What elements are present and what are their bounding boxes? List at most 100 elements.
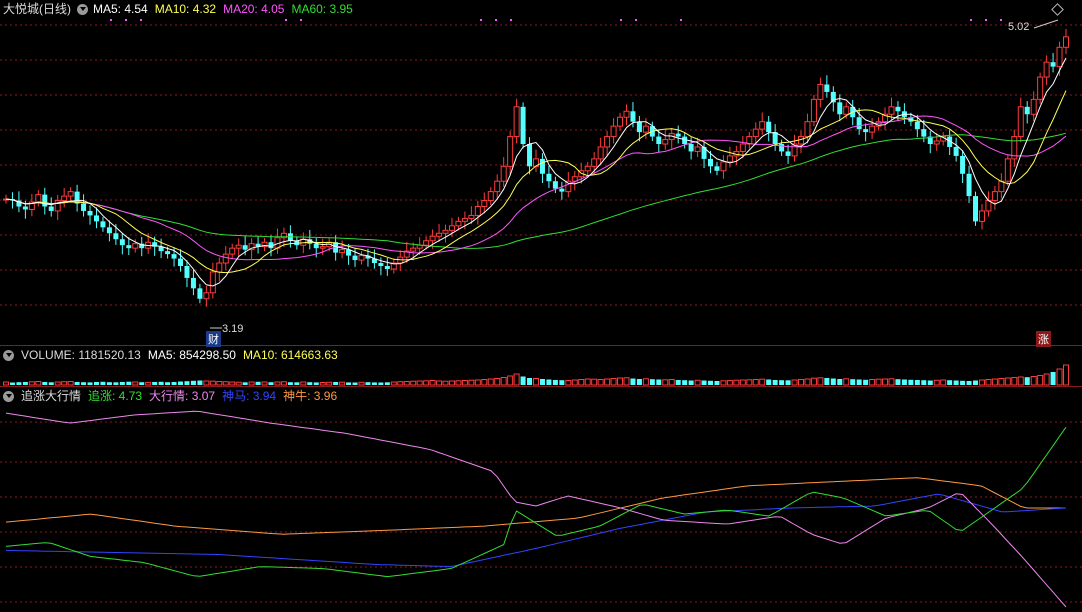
indicator-title-bar: 追涨大行情 追涨: 4.73 大行情: 3.07 神马: 3.94 神牛: 3.… <box>0 387 344 405</box>
rise-tag[interactable]: 涨 <box>1036 331 1051 347</box>
volume-bar <box>268 382 274 385</box>
candle-body <box>48 206 54 211</box>
volume-bar <box>708 380 714 385</box>
volume-bar <box>798 379 804 386</box>
candle-body <box>113 233 119 240</box>
candle-body <box>410 247 417 252</box>
shenniu-value: 神牛: 3.96 <box>283 389 338 403</box>
volume-bar <box>733 379 740 386</box>
signal-marker <box>480 19 482 21</box>
indicator-pane[interactable]: 追涨大行情 追涨: 4.73 大行情: 3.07 神马: 3.94 神牛: 3.… <box>0 387 1082 612</box>
volume-bar <box>35 381 42 386</box>
volume-pane[interactable]: VOLUME: 1181520.13 MA5: 854298.50 MA10: … <box>0 346 1082 386</box>
volume-value: VOLUME: 1181520.13 <box>21 348 141 362</box>
volume-bar <box>649 379 655 385</box>
candle-body <box>378 263 384 267</box>
price-title-bar: 大悦城(日线) MA5: 4.54 MA10: 4.32 MA20: 4.05 … <box>0 0 360 18</box>
volume-bar <box>850 379 856 385</box>
volume-bar <box>113 382 119 385</box>
candle-body <box>642 125 649 133</box>
zhuizhang-line <box>5 426 1067 578</box>
volume-bar <box>927 380 933 385</box>
volume-bar <box>429 380 436 386</box>
high-price-label: 5.02 <box>1008 21 1030 33</box>
volume-bar <box>656 379 662 385</box>
signal-marker <box>140 19 142 21</box>
candle-body <box>184 266 190 278</box>
candle-body <box>714 166 720 171</box>
candle-body <box>339 249 346 254</box>
candle-body <box>1037 76 1044 100</box>
volume-bar <box>682 380 688 385</box>
volume-bar <box>527 378 533 385</box>
volume-bar <box>739 379 746 386</box>
candle-body <box>209 271 216 294</box>
candle-body <box>610 125 617 138</box>
volume-bar <box>843 378 850 386</box>
volume-bar <box>785 380 791 385</box>
volume-bar <box>953 380 959 385</box>
candle-body <box>960 155 966 174</box>
volume-bar <box>856 379 862 385</box>
volume-bar <box>390 381 397 386</box>
candle-body <box>804 121 811 138</box>
volume-bar <box>539 379 545 385</box>
volume-bar <box>403 381 410 386</box>
candle-body <box>752 128 759 138</box>
volume-bar <box>1030 376 1037 386</box>
finance-tag[interactable]: 财 <box>206 331 221 347</box>
candle-body <box>81 203 87 211</box>
volume-bar <box>759 378 766 386</box>
volume-bar <box>3 381 9 386</box>
price-pane[interactable]: 大悦城(日线) MA5: 4.54 MA10: 4.32 MA20: 4.05 … <box>0 0 1082 347</box>
volume-bar <box>416 380 423 386</box>
high-pointer-line <box>1033 19 1059 29</box>
volume-bar <box>921 380 927 385</box>
candle-body <box>810 98 817 123</box>
volume-bar <box>132 381 139 386</box>
candle-body <box>604 136 611 148</box>
ma20-value: MA20: 4.05 <box>223 2 285 16</box>
candle-body <box>22 206 28 210</box>
candle-body <box>61 195 68 202</box>
volume-bar <box>61 381 68 386</box>
candle-body <box>119 239 125 246</box>
volume-bar <box>533 378 539 386</box>
volume-bar <box>1043 373 1050 386</box>
indicator-menu-icon[interactable] <box>3 390 14 402</box>
price-menu-icon[interactable] <box>77 3 88 15</box>
candle-body <box>817 83 824 100</box>
volume-bar <box>908 379 914 385</box>
volume-title-bar: VOLUME: 1181520.13 MA5: 854298.50 MA10: … <box>0 346 345 364</box>
volume-bar <box>1037 375 1044 386</box>
candle-body <box>998 180 1005 193</box>
volume-bar <box>255 381 261 385</box>
candle-body <box>933 140 940 145</box>
stock-name[interactable]: 大悦城(日线) <box>3 0 71 18</box>
volume-bar <box>158 381 164 385</box>
candle-body <box>720 161 727 172</box>
candle-body <box>656 136 662 145</box>
candle-body <box>67 191 74 197</box>
indicator-name[interactable]: 追涨大行情 <box>21 387 81 405</box>
candle-body <box>973 196 979 222</box>
candle-body <box>759 121 766 130</box>
volume-bar <box>714 381 720 385</box>
volume-bar <box>882 378 889 386</box>
ma60-value: MA60: 3.95 <box>291 2 353 16</box>
volume-bar <box>1056 368 1063 386</box>
volume-bar <box>287 382 293 385</box>
candle-body <box>921 129 927 137</box>
price-chart[interactable] <box>0 0 1082 344</box>
volume-bar <box>423 380 430 386</box>
candle-body <box>461 217 468 222</box>
volume-bar <box>16 382 22 385</box>
indicator-chart[interactable] <box>0 387 1082 612</box>
volume-bar <box>346 382 352 385</box>
candle-body <box>559 188 565 192</box>
volume-bar <box>397 381 404 386</box>
candle-body <box>474 206 481 216</box>
volume-bar <box>222 381 229 386</box>
volume-bar <box>578 379 585 386</box>
volume-menu-icon[interactable] <box>3 349 14 361</box>
